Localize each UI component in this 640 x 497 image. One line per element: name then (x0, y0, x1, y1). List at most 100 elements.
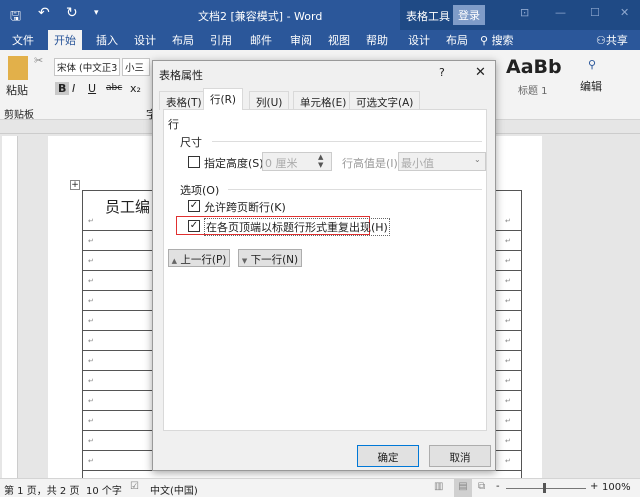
tab-mailings[interactable]: 邮件 (250, 32, 272, 48)
ok-button[interactable]: 确定 (357, 445, 419, 467)
style-heading1-preview[interactable]: AaBb (506, 56, 562, 78)
zoom-in-button[interactable]: + (590, 481, 598, 492)
login-button[interactable]: 登录 (453, 5, 485, 25)
zoom-out-button[interactable]: - (496, 481, 500, 492)
font-size-select[interactable]: 小三 (122, 58, 150, 76)
tab-review[interactable]: 审阅 (290, 32, 312, 48)
paragraph-mark: ↵ (505, 217, 511, 225)
cancel-button[interactable]: 取消 (429, 445, 491, 467)
print-layout-icon[interactable]: ▤ (454, 479, 472, 497)
tab-file[interactable]: 文件 (12, 32, 34, 48)
web-layout-icon[interactable]: ⧉ (478, 481, 485, 492)
allow-row-break-label: 允许跨页断行(K) (204, 201, 286, 214)
paragraph-mark: ↵ (88, 457, 94, 465)
paragraph-mark: ↵ (88, 257, 94, 265)
subscript-button[interactable]: x₂ (130, 82, 141, 95)
bold-button[interactable]: B (55, 82, 70, 95)
paste-icon[interactable] (8, 56, 28, 80)
tab-alt-text[interactable]: 可选文字(A) (349, 91, 421, 110)
clipboard-group-label: 剪贴板 (4, 110, 34, 121)
paragraph-mark: ↵ (505, 277, 511, 285)
next-row-button[interactable]: ▼ 下一行(N) (238, 249, 302, 267)
height-spinner-icon[interactable]: ▲ ▼ (318, 153, 323, 169)
vertical-ruler[interactable] (2, 136, 18, 478)
language[interactable]: 中文(中国) (150, 482, 198, 497)
table-move-handle-icon[interactable]: + (70, 180, 80, 190)
underline-button[interactable]: U (88, 82, 96, 95)
chevron-down-icon: ⌄ (474, 155, 481, 164)
paragraph-mark: ↵ (505, 417, 511, 425)
find-icon[interactable]: ⚲ (588, 58, 596, 71)
tab-column[interactable]: 列(U) (249, 91, 290, 110)
close-icon[interactable]: ✕ (620, 6, 629, 19)
font-name-select[interactable]: 宋体 (中文正3 (54, 58, 120, 76)
paragraph-mark: ↵ (88, 217, 94, 225)
page-count[interactable]: 第 1 页，共 2 页 (4, 482, 79, 497)
paragraph-mark: ↵ (88, 437, 94, 445)
tab-home[interactable]: 开始 (48, 30, 82, 50)
tab-view[interactable]: 视图 (328, 32, 350, 48)
table-header-cell[interactable]: 员工编 (105, 196, 150, 217)
title-bar: 🖫 ↶ ↻ ▾ 文档2 [兼容模式] - Word 表格工具 登录 ⊡ — ☐ … (0, 0, 640, 50)
tab-help[interactable]: 帮助 (366, 32, 388, 48)
redo-icon[interactable]: ↻ (66, 5, 78, 21)
word-count[interactable]: 10 个字 (86, 482, 122, 497)
paragraph-mark: ↵ (505, 297, 511, 305)
help-button[interactable]: ? (439, 66, 445, 79)
ribbon-display-icon[interactable]: ⊡ (520, 6, 529, 19)
paragraph-mark: ↵ (88, 317, 94, 325)
undo-icon[interactable]: ↶ (38, 5, 50, 21)
paragraph-mark: ↵ (88, 297, 94, 305)
specify-height-checkbox[interactable] (188, 156, 200, 168)
height-mode-select[interactable]: 最小值 (398, 152, 486, 171)
cut-icon[interactable]: ✂ (34, 54, 43, 67)
status-bar: 第 1 页，共 2 页 10 个字 ☑ 中文(中国) ▥ ▤ ⧉ - + 100… (0, 478, 640, 497)
paragraph-mark: ↵ (505, 317, 511, 325)
ribbon-tabs: 文件 开始 插入 设计 布局 引用 邮件 审阅 视图 帮助 设计 布局 ⚲ 搜索… (0, 30, 640, 50)
tab-insert[interactable]: 插入 (96, 32, 118, 48)
dialog-close-button[interactable]: ✕ (475, 65, 486, 80)
share-button[interactable]: ⚇共享 (596, 32, 628, 48)
paragraph-mark: ↵ (505, 257, 511, 265)
style-heading1-label: 标题 1 (518, 86, 548, 97)
paragraph-mark: ↵ (505, 457, 511, 465)
repeat-header-row-checkbox[interactable]: ✓ (188, 220, 200, 232)
maximize-icon[interactable]: ☐ (590, 6, 600, 19)
editing-button[interactable]: 编辑 (580, 78, 602, 94)
italic-button[interactable]: I (72, 82, 75, 95)
tab-layout[interactable]: 布局 (172, 32, 194, 48)
zoom-slider-thumb[interactable] (543, 483, 546, 493)
previous-row-button[interactable]: ▲ 上一行(P) (168, 249, 230, 267)
repeat-header-row-label: 在各页顶端以标题行形式重复出现(H) (204, 218, 390, 236)
minimize-icon[interactable]: — (555, 6, 566, 19)
zoom-slider[interactable] (506, 488, 586, 489)
tab-cell[interactable]: 单元格(E) (293, 91, 354, 110)
paragraph-mark: ↵ (88, 417, 94, 425)
tab-design[interactable]: 设计 (134, 32, 156, 48)
tab-references[interactable]: 引用 (210, 32, 232, 48)
dialog-title: 表格属性 (159, 69, 203, 82)
paste-button[interactable]: 粘贴 (6, 82, 28, 98)
tab-table[interactable]: 表格(T) (159, 91, 209, 110)
paragraph-mark: ↵ (505, 357, 511, 365)
triangle-up-icon: ▲ (171, 257, 177, 265)
strikethrough-button[interactable]: abc (106, 83, 122, 93)
read-mode-icon[interactable]: ▥ (434, 481, 443, 492)
allow-row-break-checkbox[interactable]: ✓ (188, 200, 200, 212)
size-label: 尺寸 (180, 136, 202, 149)
tab-row[interactable]: 行(R) (203, 88, 243, 110)
paragraph-mark: ↵ (505, 397, 511, 405)
tab-table-layout[interactable]: 布局 (446, 32, 468, 48)
triangle-down-icon: ▼ (241, 257, 248, 265)
person-icon: ⚇ (596, 34, 606, 47)
proofing-icon[interactable]: ☑ (130, 481, 139, 492)
search-box[interactable]: ⚲ 搜索 (480, 32, 514, 48)
options-label: 选项(O) (180, 184, 220, 197)
paragraph-mark: ↵ (505, 437, 511, 445)
window-title: 文档2 [兼容模式] - Word (198, 10, 323, 23)
zoom-level[interactable]: 100% (602, 482, 631, 493)
paragraph-mark: ↵ (88, 277, 94, 285)
customize-qat-icon[interactable]: ▾ (94, 8, 99, 18)
tab-table-design[interactable]: 设计 (408, 32, 430, 48)
save-icon[interactable]: 🖫 (10, 7, 21, 29)
